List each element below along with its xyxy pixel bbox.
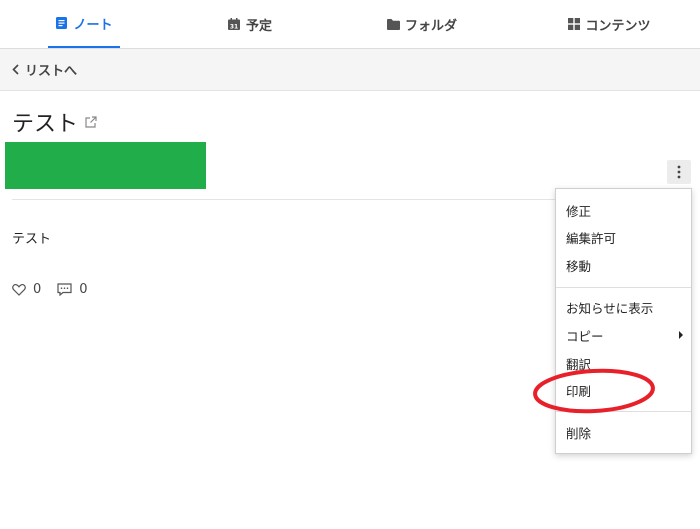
menu-item-show-in-notice-label: お知らせに表示 xyxy=(566,300,654,316)
comment-count: 0 xyxy=(79,282,88,297)
menu-divider xyxy=(556,287,691,288)
chevron-left-icon xyxy=(12,64,19,75)
menu-item-copy-label: コピー xyxy=(566,328,604,344)
back-bar: リストへ xyxy=(0,49,700,91)
tab-contents-label: コンテンツ xyxy=(585,18,651,34)
menu-item-copy[interactable]: コピー xyxy=(556,322,691,348)
like-button[interactable]: 0 xyxy=(12,282,41,297)
submenu-arrow-icon xyxy=(679,331,683,339)
more-vertical-icon xyxy=(677,165,681,179)
more-options-button[interactable] xyxy=(667,160,691,184)
menu-item-edit-label: 修正 xyxy=(566,203,592,219)
content-divider xyxy=(12,199,556,200)
menu-item-translate-label: 翻訳 xyxy=(566,356,592,372)
tab-schedule-label: 予定 xyxy=(245,18,272,34)
back-to-list-label: リストへ xyxy=(25,64,78,79)
menu-item-move-label: 移動 xyxy=(566,258,592,274)
grid-icon xyxy=(567,18,580,31)
menu-item-show-in-notice[interactable]: お知らせに表示 xyxy=(556,294,691,320)
note-header: テスト xyxy=(12,106,97,138)
tab-schedule[interactable]: 31 予定 xyxy=(222,0,278,48)
menu-item-print-label: 印刷 xyxy=(566,383,592,399)
note-body: テスト xyxy=(12,232,52,247)
comment-button[interactable]: 0 xyxy=(57,282,88,297)
like-count: 0 xyxy=(33,282,42,297)
note-stats: 0 0 xyxy=(12,282,104,297)
menu-item-edit-permission-label: 編集許可 xyxy=(566,230,617,246)
heart-icon xyxy=(12,283,33,296)
menu-item-delete-label: 削除 xyxy=(566,425,592,441)
tab-folder[interactable]: フォルダ xyxy=(382,0,462,48)
folder-icon xyxy=(386,18,400,31)
note-title: テスト xyxy=(12,112,79,137)
calendar-icon: 31 xyxy=(228,18,241,31)
tab-note[interactable]: ノート xyxy=(48,0,120,48)
svg-text:31: 31 xyxy=(230,23,238,30)
top-nav: ノート 31 予定 フォルダ コンテンツ xyxy=(0,0,700,49)
menu-item-edit-permission[interactable]: 編集許可 xyxy=(556,224,691,250)
tab-note-label: ノート xyxy=(73,17,113,33)
comment-icon xyxy=(57,283,79,296)
green-banner xyxy=(5,142,206,189)
note-icon xyxy=(55,17,68,30)
back-to-list-link[interactable]: リストへ xyxy=(12,60,77,79)
menu-item-edit[interactable]: 修正 xyxy=(556,197,691,223)
external-link-icon[interactable] xyxy=(85,116,97,128)
tab-contents[interactable]: コンテンツ xyxy=(562,0,656,48)
menu-divider xyxy=(556,411,691,412)
tab-folder-label: フォルダ xyxy=(404,18,457,34)
menu-item-delete[interactable]: 削除 xyxy=(556,419,691,445)
menu-item-move[interactable]: 移動 xyxy=(556,252,691,278)
options-menu: 修正 編集許可 移動 お知らせに表示 コピー 翻訳 印刷 削除 xyxy=(555,188,692,454)
menu-item-print[interactable]: 印刷 xyxy=(556,377,691,403)
menu-item-translate[interactable]: 翻訳 xyxy=(556,350,691,376)
